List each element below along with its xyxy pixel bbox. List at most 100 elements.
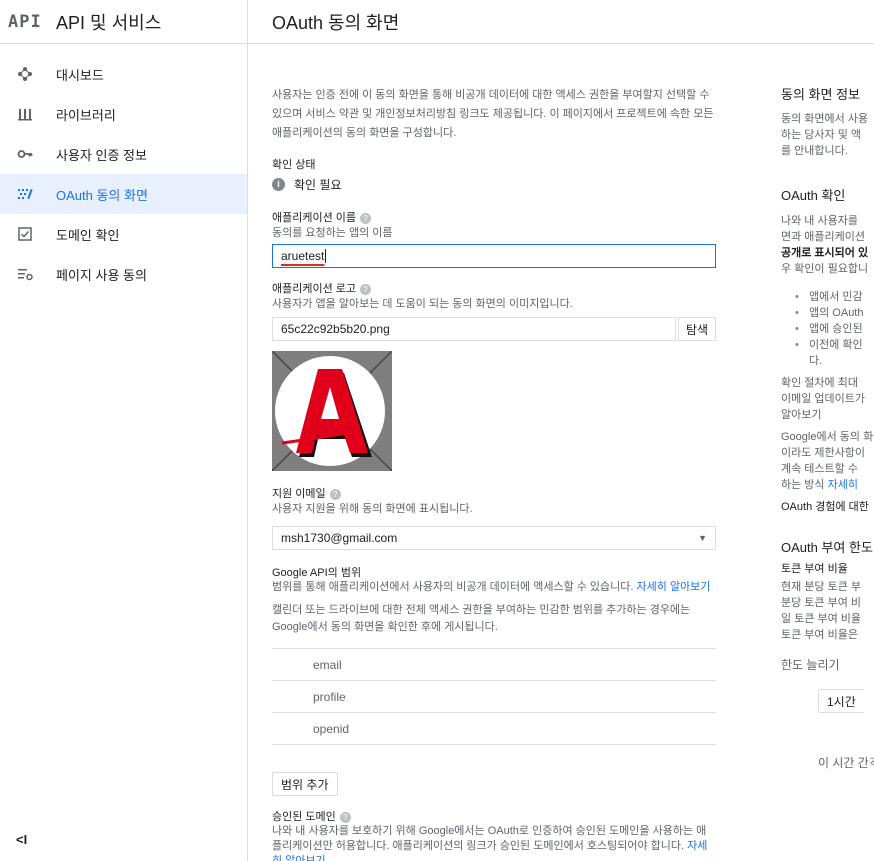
info-line: 이메일 업데이트가 <box>781 393 866 405</box>
help-icon[interactable]: ? <box>360 212 372 224</box>
support-email-label: 지원 이메일 <box>272 488 326 500</box>
scope-row: profile <box>272 681 716 713</box>
grant-limits-title: OAuth 부여 한도 <box>781 540 873 555</box>
text-caret <box>325 249 327 263</box>
info-line: 면과 애플리케이션 <box>781 231 866 243</box>
library-icon <box>16 105 34 123</box>
support-email-hint: 사용자 지원을 위해 동의 화면에 표시됩니다. <box>272 503 473 515</box>
learn-more-link[interactable]: 알아보기 <box>781 407 874 423</box>
sidebar-item-library[interactable]: 라이브러리 <box>0 94 247 134</box>
scopes-hint: 범위를 통해 애플리케이션에서 사용자의 비공개 데이터에 액세스할 수 있습니… <box>272 581 634 593</box>
oauth-verification-title: OAuth 확인 <box>781 188 846 203</box>
app-name-label: 애플리케이션 이름 <box>272 212 357 224</box>
api-logo: API <box>8 11 42 32</box>
app-name-hint: 동의를 요청하는 앱의 이름 <box>272 227 393 239</box>
logo-preview <box>271 350 393 472</box>
sidebar: API API 및 서비스 대시보드 라이브러리 사용자 인증 정보 OAuth… <box>0 0 248 861</box>
sidebar-item-label: OAuth 동의 화면 <box>56 187 148 203</box>
info-line: 하는 당사자 및 액 <box>781 129 862 141</box>
app-name-section: 애플리케이션 이름? 동의를 요청하는 앱의 이름 aruetest <box>272 209 716 268</box>
help-icon[interactable]: ? <box>360 283 372 295</box>
info-line: 를 안내합니다. <box>781 145 848 157</box>
support-email-value: msh1730@gmail.com <box>281 531 398 545</box>
time-range-1h-button[interactable]: 1시간 <box>818 689 864 713</box>
info-line: 계속 테스트할 수 <box>781 463 858 475</box>
product-title: API 및 서비스 <box>56 12 162 33</box>
info-line: 일 토큰 부여 비율 <box>781 613 862 625</box>
brand: API API 및 서비스 <box>0 0 247 44</box>
oauth-experience-line: OAuth 경험에 대한 <box>781 501 869 513</box>
right-info-panel: 동의 화면 정보 동의 화면에서 사용 하는 당사자 및 액 를 안내합니다. … <box>781 44 874 771</box>
domains-label: 승인된 도메인 <box>272 811 336 823</box>
info-icon: i <box>272 178 285 191</box>
verification-status: 확인 상태 i 확인 필요 <box>272 156 716 193</box>
consent-form: 사용자는 인증 전에 이 동의 화면을 통해 비공개 데이터에 대한 액세스 권… <box>271 44 716 861</box>
info-line: 현재 분당 토큰 부 <box>781 581 862 593</box>
domains-hint: 나와 내 사용자를 보호하기 위해 Google에서는 OAuth로 인증하여 … <box>272 825 707 852</box>
sidebar-nav: 대시보드 라이브러리 사용자 인증 정보 OAuth 동의 화면 도메인 확인 <box>0 54 247 294</box>
info-bullet: 앱의 OAuth <box>781 305 874 321</box>
scope-row: openid <box>272 713 716 745</box>
logo-filename: 65c22c92b5b20.png <box>281 322 390 336</box>
scopes-learn-more-link[interactable]: 자세히 알아보기 <box>637 581 711 593</box>
info-bullet-tail: 다. <box>809 355 823 367</box>
dropdown-arrow-icon: ▼ <box>698 533 707 543</box>
key-icon <box>16 145 34 163</box>
grant-rate-subtitle: 토큰 부여 비율 <box>781 563 848 575</box>
sidebar-item-credentials[interactable]: 사용자 인증 정보 <box>0 134 247 174</box>
info-line: 확인 절차에 최대 <box>781 377 858 389</box>
info-line: 우 확인이 필요합니 <box>781 263 869 275</box>
info-line: 하는 방식 <box>781 479 825 491</box>
app-name-input[interactable]: aruetest <box>272 244 716 268</box>
app-logo-section: 애플리케이션 로고? 사용자가 앱을 알아보는 데 도움이 되는 동의 화면의 … <box>271 280 716 472</box>
info-line: Google에서 동의 화 <box>781 431 874 443</box>
sidebar-item-label: 대시보드 <box>56 67 104 83</box>
info-line: 동의 화면에서 사용 <box>781 113 869 125</box>
scopes-note: 캘린더 또는 드라이브에 대한 전체 액세스 권한을 부여하는 민감한 범위를 … <box>272 604 691 633</box>
help-icon[interactable]: ? <box>329 488 341 500</box>
consent-info-title: 동의 화면 정보 <box>781 87 860 102</box>
details-link[interactable]: 자세히 <box>828 479 858 491</box>
verification-label: 확인 상태 <box>272 159 316 171</box>
support-email-section: 지원 이메일? 사용자 지원을 위해 동의 화면에 표시됩니다. msh1730… <box>272 485 716 550</box>
consent-screen-icon <box>16 185 34 203</box>
sidebar-item-page-usage[interactable]: 페이지 사용 동의 <box>0 254 247 294</box>
scope-row: email <box>272 649 716 681</box>
sidebar-item-label: 페이지 사용 동의 <box>56 267 147 283</box>
app-name-value: aruetest <box>281 249 325 263</box>
authorized-domains-section: 승인된 도메인? 나와 내 사용자를 보호하기 위해 Google에서는 OAu… <box>272 808 716 861</box>
sidebar-item-domain-verification[interactable]: 도메인 확인 <box>0 214 247 254</box>
logo-filename-field[interactable]: 65c22c92b5b20.png <box>272 317 676 341</box>
sidebar-item-oauth-consent[interactable]: OAuth 동의 화면 <box>0 174 247 214</box>
scopes-table: email profile openid <box>272 648 716 745</box>
info-line: 이라도 제한사항이 <box>781 447 866 459</box>
info-line: 토큰 부여 비율은 <box>781 629 858 641</box>
checkbox-icon <box>16 225 34 243</box>
settings-list-icon <box>16 265 34 283</box>
info-line: 나와 내 사용자를 <box>781 215 858 227</box>
time-interval-label: 이 시간 간격 <box>818 756 874 770</box>
sidebar-item-label: 사용자 인증 정보 <box>56 147 147 163</box>
support-email-select[interactable]: msh1730@gmail.com ▼ <box>272 526 716 550</box>
browse-button[interactable]: 탐색 <box>678 317 716 341</box>
info-bullet: 이전에 확인 <box>781 337 874 353</box>
increase-limit-link[interactable]: 한도 늘리기 <box>781 657 874 673</box>
scopes-label: Google API의 범위 <box>272 567 362 579</box>
scopes-section: Google API의 범위 범위를 통해 애플리케이션에서 사용자의 비공개 … <box>272 564 716 796</box>
add-scope-button[interactable]: 범위 추가 <box>272 772 338 796</box>
sidebar-item-label: 도메인 확인 <box>56 227 120 243</box>
help-icon[interactable]: ? <box>339 811 351 823</box>
collapse-sidebar-button[interactable]: <I <box>16 832 27 847</box>
info-bullet: 앱에 승인된 <box>781 321 874 337</box>
app-logo-label: 애플리케이션 로고 <box>272 283 357 295</box>
info-line: 분당 토큰 부여 비 <box>781 597 862 609</box>
sidebar-item-dashboard[interactable]: 대시보드 <box>0 54 247 94</box>
page-header: OAuth 동의 화면 <box>248 0 874 44</box>
page-title: OAuth 동의 화면 <box>272 12 400 33</box>
sidebar-item-label: 라이브러리 <box>56 107 116 123</box>
verification-value: 확인 필요 <box>294 178 342 192</box>
info-bullet: 앱에서 민감 <box>781 289 874 305</box>
dashboard-icon <box>16 65 34 83</box>
intro-text: 사용자는 인증 전에 이 동의 화면을 통해 비공개 데이터에 대한 액세스 권… <box>272 89 714 139</box>
app-logo-hint: 사용자가 앱을 알아보는 데 도움이 되는 동의 화면의 이미지입니다. <box>272 298 573 310</box>
